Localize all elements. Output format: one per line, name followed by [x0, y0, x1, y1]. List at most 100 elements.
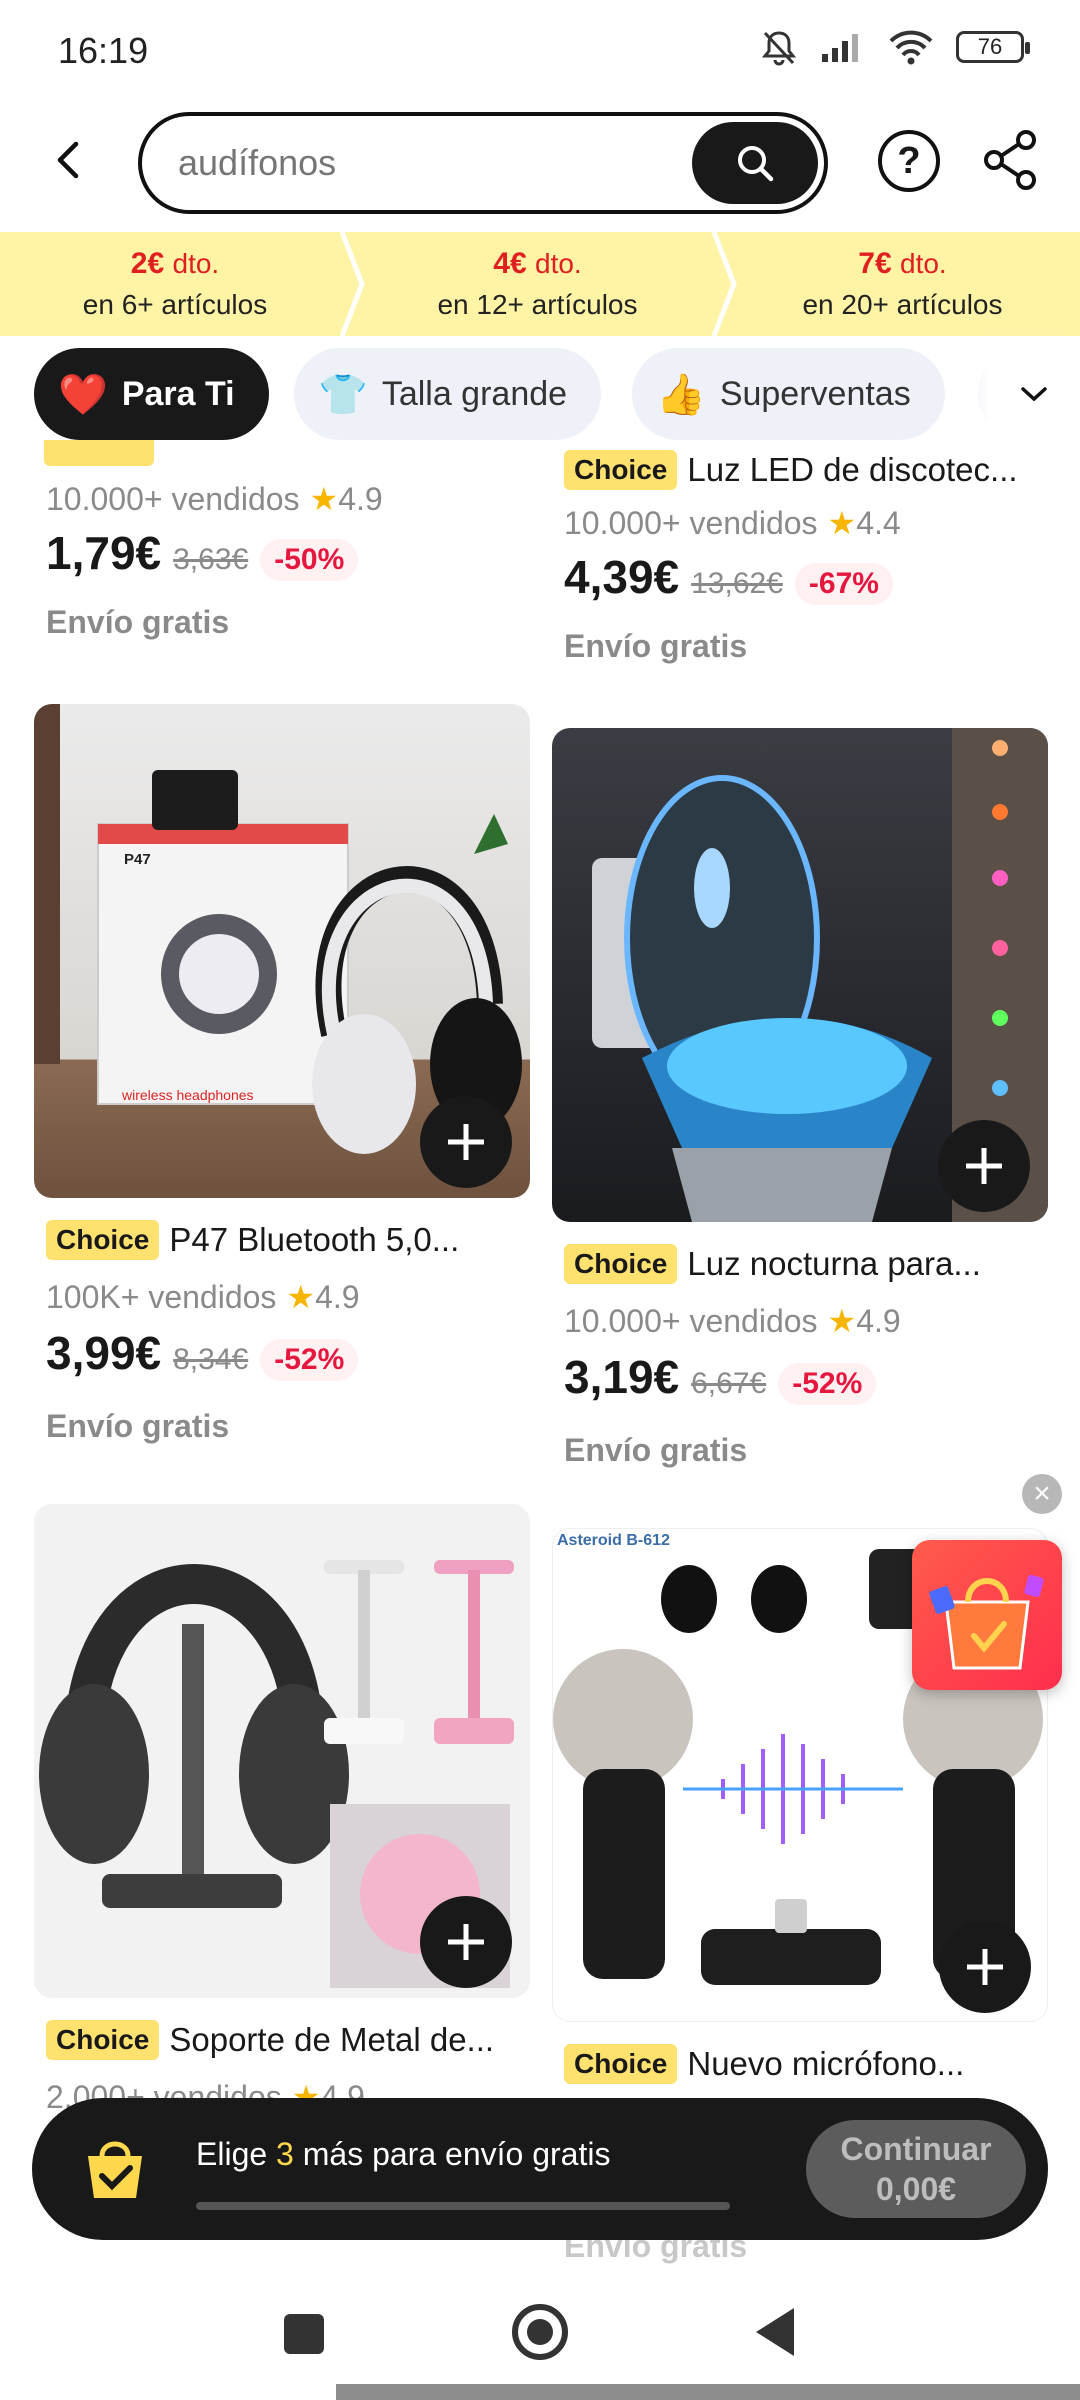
product-card[interactable]: 10.000+ vendidos ★4.9 1,79€ 3,63€ -50% E…: [34, 440, 530, 650]
status-bar: 16:19 76: [0, 0, 1080, 100]
discount-amount: 4€: [493, 247, 527, 280]
product-title-line: Choice Luz LED de discotec...: [564, 450, 1018, 490]
battery-icon: 76: [956, 31, 1030, 63]
signal-icon: [822, 34, 858, 62]
box-model-label: P47: [124, 851, 151, 868]
heart-icon: ❤️: [58, 372, 108, 417]
discount-badge: -67%: [794, 563, 893, 605]
back-button[interactable]: [40, 132, 96, 188]
chevron-left-icon: [57, 141, 79, 179]
free-shipping-message: Elige 3 más para envío gratis: [196, 2136, 610, 2173]
status-time: 16:19: [58, 30, 149, 71]
old-price: 13,62€: [691, 567, 783, 600]
mute-notifications-icon: [761, 31, 797, 66]
shipping-label: Envío gratis: [564, 628, 748, 664]
continue-label: Continuar: [840, 2131, 992, 2167]
product-card[interactable]: Choice Luz LED de discotec... 10.000+ ve…: [552, 440, 1048, 670]
expand-chips-button[interactable]: [988, 348, 1080, 440]
choice-badge: Choice: [564, 2044, 678, 2084]
free-shipping-bar[interactable]: Elige 3 más para envío gratis Continuar …: [32, 2098, 1048, 2240]
product-card[interactable]: P47 wireless headphones Choice P47 Bluet…: [34, 704, 530, 1464]
shopping-basket-icon: [88, 2141, 142, 2198]
recents-button[interactable]: [284, 2314, 324, 2354]
discount-amount: 2€: [130, 247, 165, 280]
chip-talla-grande[interactable]: 👕 Talla grande: [294, 348, 602, 440]
free-shipping-progress: [196, 2202, 730, 2210]
rating: 4.4: [856, 505, 901, 541]
add-to-cart-button[interactable]: [420, 1096, 512, 1188]
help-button[interactable]: ?: [878, 130, 940, 192]
chip-label: Talla grande: [381, 374, 568, 413]
header: ?: [0, 110, 1080, 214]
rating: 4.9: [856, 1303, 901, 1339]
choice-badge: Choice: [46, 2020, 160, 2060]
add-to-cart-button[interactable]: [939, 1921, 1031, 2013]
scroll-indicator: [336, 2384, 1080, 2400]
discount-tier-1: 2€ dto. en 6+ artículos: [0, 232, 350, 336]
sold-count: 100K+ vendidos ★4.9: [46, 1278, 360, 1316]
close-icon: ×: [1033, 1477, 1051, 1510]
brand-label: Asteroid B-612: [557, 1532, 670, 1549]
product-card[interactable]: Choice Luz nocturna para... 10.000+ vend…: [552, 728, 1048, 1488]
message-prefix: Elige: [196, 2136, 277, 2172]
price: 3,99€: [46, 1327, 162, 1379]
shipping-label: Envío gratis: [46, 604, 230, 640]
old-price: 3,63€: [173, 543, 249, 576]
rating: 4.9: [338, 481, 383, 517]
product-card[interactable]: Choice Soporte de Metal de... 2.000+ ven…: [34, 1504, 530, 2115]
sold-text: 10.000+ vendidos: [46, 480, 300, 517]
discount-badge: -52%: [778, 1363, 877, 1405]
price: 1,79€: [46, 527, 162, 579]
status-icons: 76: [760, 28, 1030, 66]
choice-badge: Choice: [46, 1220, 160, 1260]
sold-count: 10.000+ vendidos ★4.9: [564, 1302, 901, 1340]
chip-label: Superventas: [719, 374, 911, 413]
sold-count: 10.000+ vendidos ★4.4: [564, 504, 901, 542]
continue-button[interactable]: Continuar 0,00€: [806, 2120, 1026, 2218]
old-price: 8,34€: [173, 1343, 249, 1376]
plus-icon: [448, 1124, 484, 1160]
price-line: 3,19€ 6,67€ -52%: [564, 1350, 877, 1405]
discount-tier-2: 4€ dto. en 12+ artículos: [350, 232, 725, 336]
product-image[interactable]: [34, 1504, 530, 1998]
star-icon: ★: [827, 505, 857, 541]
price-line: 1,79€ 3,63€ -50%: [46, 526, 359, 581]
chip-superventas[interactable]: 👍 Superventas: [632, 348, 945, 440]
star-icon: ★: [286, 1279, 316, 1315]
add-to-cart-button[interactable]: [420, 1896, 512, 1988]
shipping-label: Envío gratis: [46, 1408, 230, 1444]
box-tagline: wireless headphones: [121, 1087, 254, 1103]
home-button[interactable]: [512, 2304, 568, 2360]
product-title: Luz nocturna para...: [687, 1245, 981, 1282]
add-to-cart-button[interactable]: [938, 1120, 1030, 1212]
gift-promo-button[interactable]: [912, 1540, 1062, 1690]
shopping-bag-icon: [929, 1574, 1044, 1670]
plus-icon: [966, 1148, 1002, 1184]
system-back-button[interactable]: [756, 2308, 794, 2356]
product-image[interactable]: P47 wireless headphones: [34, 704, 530, 1198]
close-promo-button[interactable]: ×: [1022, 1474, 1062, 1514]
search-button[interactable]: [692, 122, 818, 204]
product-image[interactable]: [552, 728, 1048, 1222]
plus-icon: [967, 1949, 1003, 1985]
choice-badge: Choice: [564, 450, 678, 490]
wifi-icon: [889, 30, 933, 65]
category-chips: ❤️ Para Ti 👕 Talla grande 👍 Superventas: [0, 348, 1080, 440]
discount-banner[interactable]: 2€ dto. en 6+ artículos 4€ dto. en 12+ a…: [0, 232, 1080, 336]
search-box[interactable]: [138, 112, 828, 214]
system-nav-bar: [0, 2268, 1080, 2400]
message-suffix: más para envío gratis: [293, 2136, 611, 2172]
sold-text: 100K+ vendidos: [46, 1278, 277, 1315]
product-title: Nuevo micrófono...: [687, 2045, 965, 2082]
discount-condition: en 6+ artículos: [82, 289, 268, 320]
question-circle-icon: ?: [897, 139, 921, 182]
rating: 4.9: [315, 1279, 360, 1315]
chip-para-ti[interactable]: ❤️ Para Ti: [34, 348, 269, 440]
chevron-down-icon: [1021, 387, 1047, 402]
tshirt-icon: 👕: [318, 372, 368, 417]
search-input[interactable]: [178, 142, 658, 184]
price-line: 3,99€ 8,34€ -52%: [46, 1326, 359, 1381]
price: 4,39€: [564, 551, 680, 603]
price: 3,19€: [564, 1351, 680, 1403]
share-button[interactable]: [980, 128, 1044, 192]
